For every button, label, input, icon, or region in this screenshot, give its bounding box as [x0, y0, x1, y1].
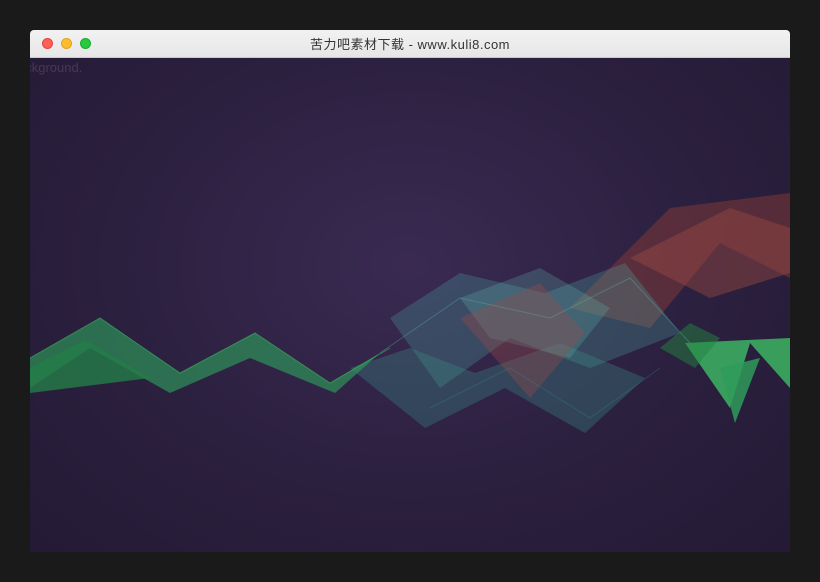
- titlebar: 苦力吧素材下载 - www.kuli8.com: [30, 30, 790, 58]
- polygon-canvas: [30, 58, 790, 552]
- traffic-lights: [30, 38, 91, 49]
- minimize-icon[interactable]: [61, 38, 72, 49]
- browser-window: 苦力吧素材下载 - www.kuli8.com ackground.: [30, 30, 790, 552]
- close-icon[interactable]: [42, 38, 53, 49]
- window-title: 苦力吧素材下载 - www.kuli8.com: [30, 34, 790, 53]
- zoom-icon[interactable]: [80, 38, 91, 49]
- content-area: ackground.: [30, 58, 790, 552]
